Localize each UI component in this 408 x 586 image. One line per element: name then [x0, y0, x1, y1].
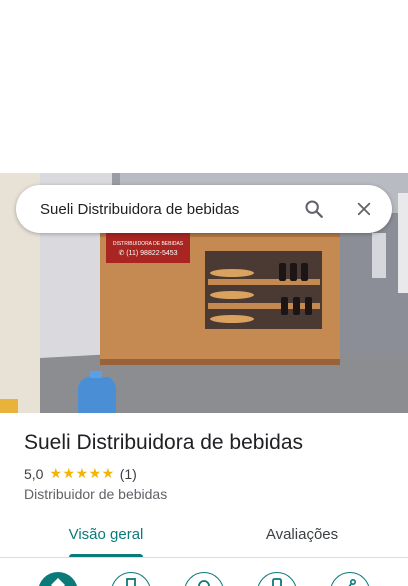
rating-row[interactable]: 5,0 ★★★★★ (1) — [24, 465, 137, 482]
nearby-button[interactable] — [184, 572, 224, 586]
share-button[interactable] — [330, 572, 370, 586]
place-page: DISTRIBUIDORA DE BEBIDAS ✆ (11) 98822-54… — [0, 0, 408, 586]
nearby-icon — [197, 578, 211, 586]
sign-text-line1: DISTRIBUIDORA DE BEBIDAS — [113, 241, 184, 247]
place-tabs: Visão geral Avaliações — [0, 514, 408, 558]
review-count[interactable]: (1) — [120, 466, 137, 482]
action-buttons — [0, 566, 408, 586]
search-input[interactable]: Sueli Distribuidora de bebidas — [16, 201, 296, 218]
phone-button[interactable] — [257, 572, 297, 586]
share-icon — [343, 578, 357, 586]
search-bar[interactable]: Sueli Distribuidora de bebidas — [16, 185, 392, 233]
tab-overview[interactable]: Visão geral — [46, 526, 166, 543]
directions-button[interactable] — [38, 572, 78, 586]
tab-selected-indicator — [69, 554, 143, 557]
sign-phone: ✆ (11) 98822-5453 — [118, 249, 177, 257]
close-icon[interactable] — [346, 191, 382, 227]
save-button[interactable] — [111, 572, 151, 586]
rating-value: 5,0 — [24, 465, 44, 482]
rating-stars: ★★★★★ — [49, 465, 115, 481]
search-icon[interactable] — [296, 191, 332, 227]
phone-icon — [270, 578, 284, 586]
tab-reviews[interactable]: Avaliações — [242, 526, 362, 543]
place-title: Sueli Distribuidora de bebidas — [24, 431, 303, 454]
place-category: Distribuidor de bebidas — [24, 486, 168, 502]
directions-icon — [50, 577, 66, 586]
save-icon — [124, 578, 138, 586]
